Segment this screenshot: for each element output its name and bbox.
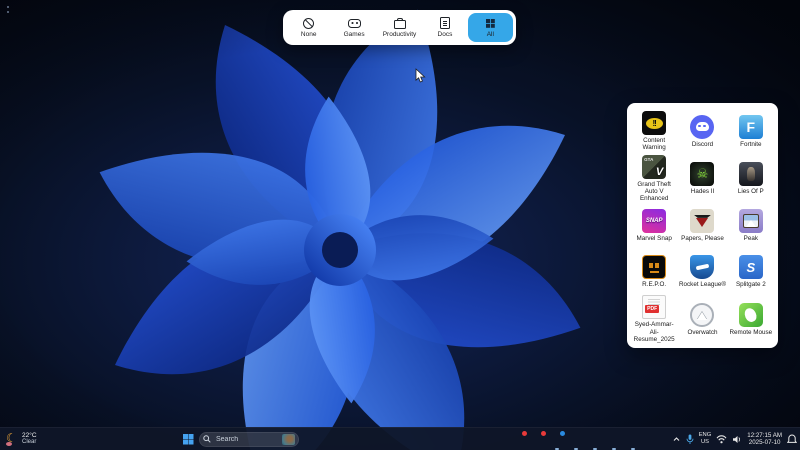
content-warning-icon [642, 111, 666, 135]
notification-badge [522, 431, 527, 436]
app-item-label: Content Warning [631, 137, 678, 151]
filter-item[interactable]: Games [331, 13, 376, 42]
taskbar-icons [302, 431, 641, 447]
app-item-label: Fortnite [740, 141, 761, 148]
hades-ii-icon [690, 162, 714, 186]
app-item[interactable]: Marvel Snap [630, 202, 678, 249]
weather-widget[interactable]: 22°C Clear [3, 428, 39, 450]
lies-of-p-icon [739, 162, 763, 186]
rocket-league-icon [690, 255, 714, 279]
language-line2: US [701, 439, 709, 446]
filter-item[interactable]: None [286, 13, 331, 42]
app-item[interactable]: Fortnite [727, 108, 775, 155]
app-item[interactable]: Peak [727, 202, 775, 249]
clock-time: 12:27:15 AM [747, 432, 782, 439]
desktop: None Games Productivity Docs All Content… [0, 0, 800, 450]
clear-night-icon [5, 432, 19, 447]
app-item[interactable]: Discord [678, 108, 726, 155]
search-daily-image [282, 434, 295, 445]
app-item-label: Discord [692, 141, 713, 148]
app-item-label: R.E.P.O. [642, 281, 666, 288]
app-item-label: Remote Mouse [729, 329, 772, 336]
taskbar: 22°C Clear [0, 427, 800, 450]
prohibition-icon [302, 17, 315, 30]
repo-icon [642, 255, 666, 279]
overwatch-icon [690, 303, 714, 327]
app-item-label: Syed-Ammar-Ali-Resume_2025 [631, 321, 678, 343]
app-item[interactable]: Overwatch [678, 295, 726, 343]
filter-item[interactable]: All [468, 13, 513, 42]
remote-mouse-icon [739, 303, 763, 327]
app-item[interactable]: Hades II [678, 155, 726, 203]
running-indicator [631, 448, 635, 450]
gamepad-icon [348, 17, 361, 30]
search-box[interactable] [199, 432, 299, 447]
notification-badge [541, 431, 546, 436]
filter-item-label: All [487, 32, 494, 39]
running-indicator [574, 448, 578, 450]
app-item[interactable]: Content Warning [630, 108, 678, 155]
search-input[interactable] [214, 435, 279, 444]
filter-item-label: Docs [438, 32, 453, 39]
microphone-icon[interactable] [686, 434, 694, 445]
filter-item[interactable]: Docs [422, 13, 467, 42]
filter-item-label: None [301, 32, 317, 39]
system-tray: ENG US 12:27:15 AM 2025-07-10 [672, 428, 797, 450]
app-item[interactable]: Lies Of P [727, 155, 775, 203]
filter-item-label: Games [344, 32, 365, 39]
grid-icon [484, 17, 497, 30]
app-item[interactable]: Papers, Please [678, 202, 726, 249]
briefcase-icon [393, 17, 406, 30]
app-item[interactable]: R.E.P.O. [630, 249, 678, 296]
app-item-label: Splitgate 2 [736, 281, 766, 288]
app-grid-panel: Content Warning Discord Fortnite Grand T… [627, 103, 778, 348]
running-indicator [612, 448, 616, 450]
fortnite-icon [739, 115, 763, 139]
app-item-label: Overwatch [687, 329, 717, 336]
running-indicator [593, 448, 597, 450]
app-item-label: Rocket League® [679, 281, 726, 288]
desktop-artifact [7, 6, 10, 16]
filter-item[interactable]: Productivity [377, 13, 422, 42]
start-button[interactable] [180, 431, 196, 447]
clock[interactable]: 12:27:15 AM 2025-07-10 [747, 432, 782, 447]
app-item-label: Hades II [691, 188, 714, 195]
marvel-snap-icon [642, 209, 666, 233]
app-item[interactable]: Grand Theft Auto V Enhanced [630, 155, 678, 203]
search-icon [203, 435, 211, 443]
app-item-label: Lies Of P [738, 188, 764, 195]
taskbar-center [180, 428, 641, 450]
app-filter-toolbar: None Games Productivity Docs All [283, 10, 516, 45]
app-item-label: Papers, Please [681, 235, 724, 242]
clock-date: 2025-07-10 [749, 439, 781, 446]
app-item-label: Grand Theft Auto V Enhanced [631, 181, 678, 203]
language-line1: ENG [699, 432, 712, 439]
pdf-icon [642, 295, 666, 319]
language-indicator[interactable]: ENG US [699, 432, 712, 446]
app-item[interactable]: Remote Mouse [727, 295, 775, 343]
weather-condition: Clear [22, 439, 36, 446]
docs-icon [438, 17, 451, 30]
app-item[interactable]: Splitgate 2 [727, 249, 775, 296]
running-indicator [555, 448, 559, 450]
tray-overflow-chevron-icon[interactable] [672, 435, 681, 443]
papers-please-icon [690, 209, 714, 233]
app-item-label: Marvel Snap [636, 235, 671, 242]
discord-icon [690, 115, 714, 139]
wifi-icon[interactable] [716, 435, 727, 444]
peak-icon [739, 209, 763, 233]
notification-badge [560, 431, 565, 436]
speaker-icon[interactable] [732, 435, 742, 444]
notification-bell-icon[interactable] [787, 434, 797, 445]
filter-item-label: Productivity [383, 32, 417, 39]
app-item[interactable]: Syed-Ammar-Ali-Resume_2025 [630, 295, 678, 343]
gta-v-icon [642, 155, 666, 179]
mouse-cursor [415, 68, 427, 84]
splitgate-icon [739, 255, 763, 279]
app-item-label: Peak [744, 235, 758, 242]
app-item[interactable]: Rocket League® [678, 249, 726, 296]
weather-temperature: 22°C [22, 432, 37, 439]
